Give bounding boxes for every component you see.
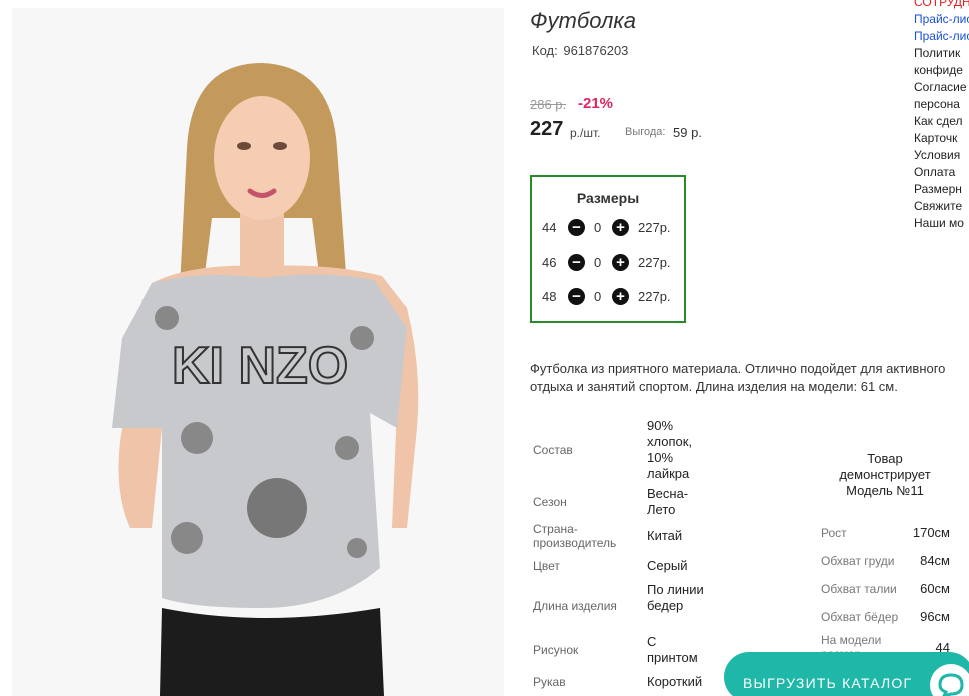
side-link[interactable]: Условия bbox=[914, 147, 969, 164]
measure-value: 84см bbox=[920, 553, 950, 568]
plus-icon[interactable]: + bbox=[612, 254, 629, 271]
current-price: 227 bbox=[530, 118, 564, 140]
side-link[interactable]: Размерн bbox=[914, 181, 969, 198]
side-link[interactable]: конфиде bbox=[914, 62, 969, 79]
char-label: Сезон bbox=[533, 495, 567, 509]
char-value: Короткий bbox=[647, 674, 703, 689]
char-label: Рисунок bbox=[533, 643, 579, 657]
product-code: Код: 961876203 bbox=[530, 43, 628, 58]
sizes-panel: Размеры 44 − 0 + 227р. 46 − 0 + 227р. 48… bbox=[530, 175, 686, 323]
size-quantity: 0 bbox=[594, 220, 602, 235]
measure-label: Обхват груди bbox=[821, 554, 895, 568]
char-value: Серый bbox=[647, 558, 688, 573]
size-quantity: 0 bbox=[594, 255, 602, 270]
size-label: 48 bbox=[542, 289, 557, 304]
side-link[interactable]: Прайс-лис bbox=[914, 28, 969, 45]
export-catalog-button[interactable]: ВЫГРУЗИТЬ КАТАЛОГ bbox=[724, 652, 969, 696]
char-label: Длина изделия bbox=[533, 599, 617, 613]
svg-text:KI NZO: KI NZO bbox=[172, 337, 348, 395]
char-value: Весна-Лето bbox=[647, 486, 689, 517]
chat-icon[interactable] bbox=[930, 664, 969, 696]
minus-icon[interactable]: − bbox=[568, 254, 585, 271]
old-price: 286 р. bbox=[530, 97, 567, 112]
benefit-label: Выгода: bbox=[625, 126, 666, 138]
side-link[interactable]: Прайс-лис bbox=[914, 11, 969, 28]
char-value: Китай bbox=[647, 528, 683, 543]
side-link[interactable]: Оплата bbox=[914, 164, 969, 181]
product-code-label: Код: bbox=[532, 43, 558, 58]
minus-icon[interactable]: − bbox=[568, 288, 585, 305]
size-label: 44 bbox=[542, 220, 557, 235]
price-unit: р./шт. bbox=[570, 126, 601, 140]
char-label: Цвет bbox=[533, 559, 560, 573]
plus-icon[interactable]: + bbox=[612, 288, 629, 305]
char-value: С принтом bbox=[647, 634, 698, 665]
size-price: 227р. bbox=[638, 289, 671, 304]
char-label: Страна-производитель bbox=[533, 522, 617, 550]
measure-value: 60см bbox=[920, 581, 950, 596]
minus-icon[interactable]: − bbox=[568, 219, 585, 236]
side-link[interactable]: Наши мо bbox=[914, 215, 969, 232]
side-links: СОТРУДН Прайс-лис Прайс-лис Политик конф… bbox=[914, 0, 969, 232]
size-row: 48 − 0 + 227р. bbox=[532, 287, 684, 307]
size-price: 227р. bbox=[638, 255, 671, 270]
product-code-value: 961876203 bbox=[563, 43, 629, 58]
size-quantity: 0 bbox=[594, 289, 602, 304]
side-link[interactable]: персона bbox=[914, 96, 969, 113]
discount-badge: -21% bbox=[578, 95, 614, 112]
side-link[interactable]: Согласие bbox=[914, 79, 969, 96]
plus-icon[interactable]: + bbox=[612, 219, 629, 236]
char-value: 90% хлопок, 10% лайкра bbox=[647, 418, 693, 481]
side-link[interactable]: Политик bbox=[914, 45, 969, 62]
model-title: Товар демонстрирует Модель №11 bbox=[839, 451, 931, 498]
size-price: 227р. bbox=[638, 220, 671, 235]
side-link[interactable]: Свяжите bbox=[914, 198, 969, 215]
measure-label: Рост bbox=[821, 526, 847, 540]
measure-label: Обхват талии bbox=[821, 582, 897, 596]
side-link[interactable]: Как сдел bbox=[914, 113, 969, 130]
size-label: 46 bbox=[542, 255, 557, 270]
product-title: Футболка bbox=[530, 8, 636, 33]
product-photo[interactable]: KI NZO bbox=[12, 8, 504, 696]
measure-value: 96см bbox=[920, 609, 950, 624]
export-catalog-label: ВЫГРУЗИТЬ КАТАЛОГ bbox=[743, 675, 913, 691]
measure-value: 170см bbox=[912, 525, 950, 540]
char-value: По линии бедер bbox=[647, 582, 704, 613]
char-label: Рукав bbox=[533, 675, 566, 689]
product-description: Футболка из приятного материала. Отлично… bbox=[530, 361, 946, 394]
measure-label: Обхват бёдер bbox=[821, 610, 899, 624]
char-label: Состав bbox=[533, 443, 573, 457]
side-link[interactable]: СОТРУДН bbox=[914, 0, 969, 11]
size-row: 44 − 0 + 227р. bbox=[532, 218, 684, 238]
sizes-title: Размеры bbox=[576, 190, 640, 206]
side-link[interactable]: Карточк bbox=[914, 130, 969, 147]
benefit-value: 59 р. bbox=[673, 125, 702, 140]
size-row: 46 − 0 + 227р. bbox=[532, 253, 684, 273]
